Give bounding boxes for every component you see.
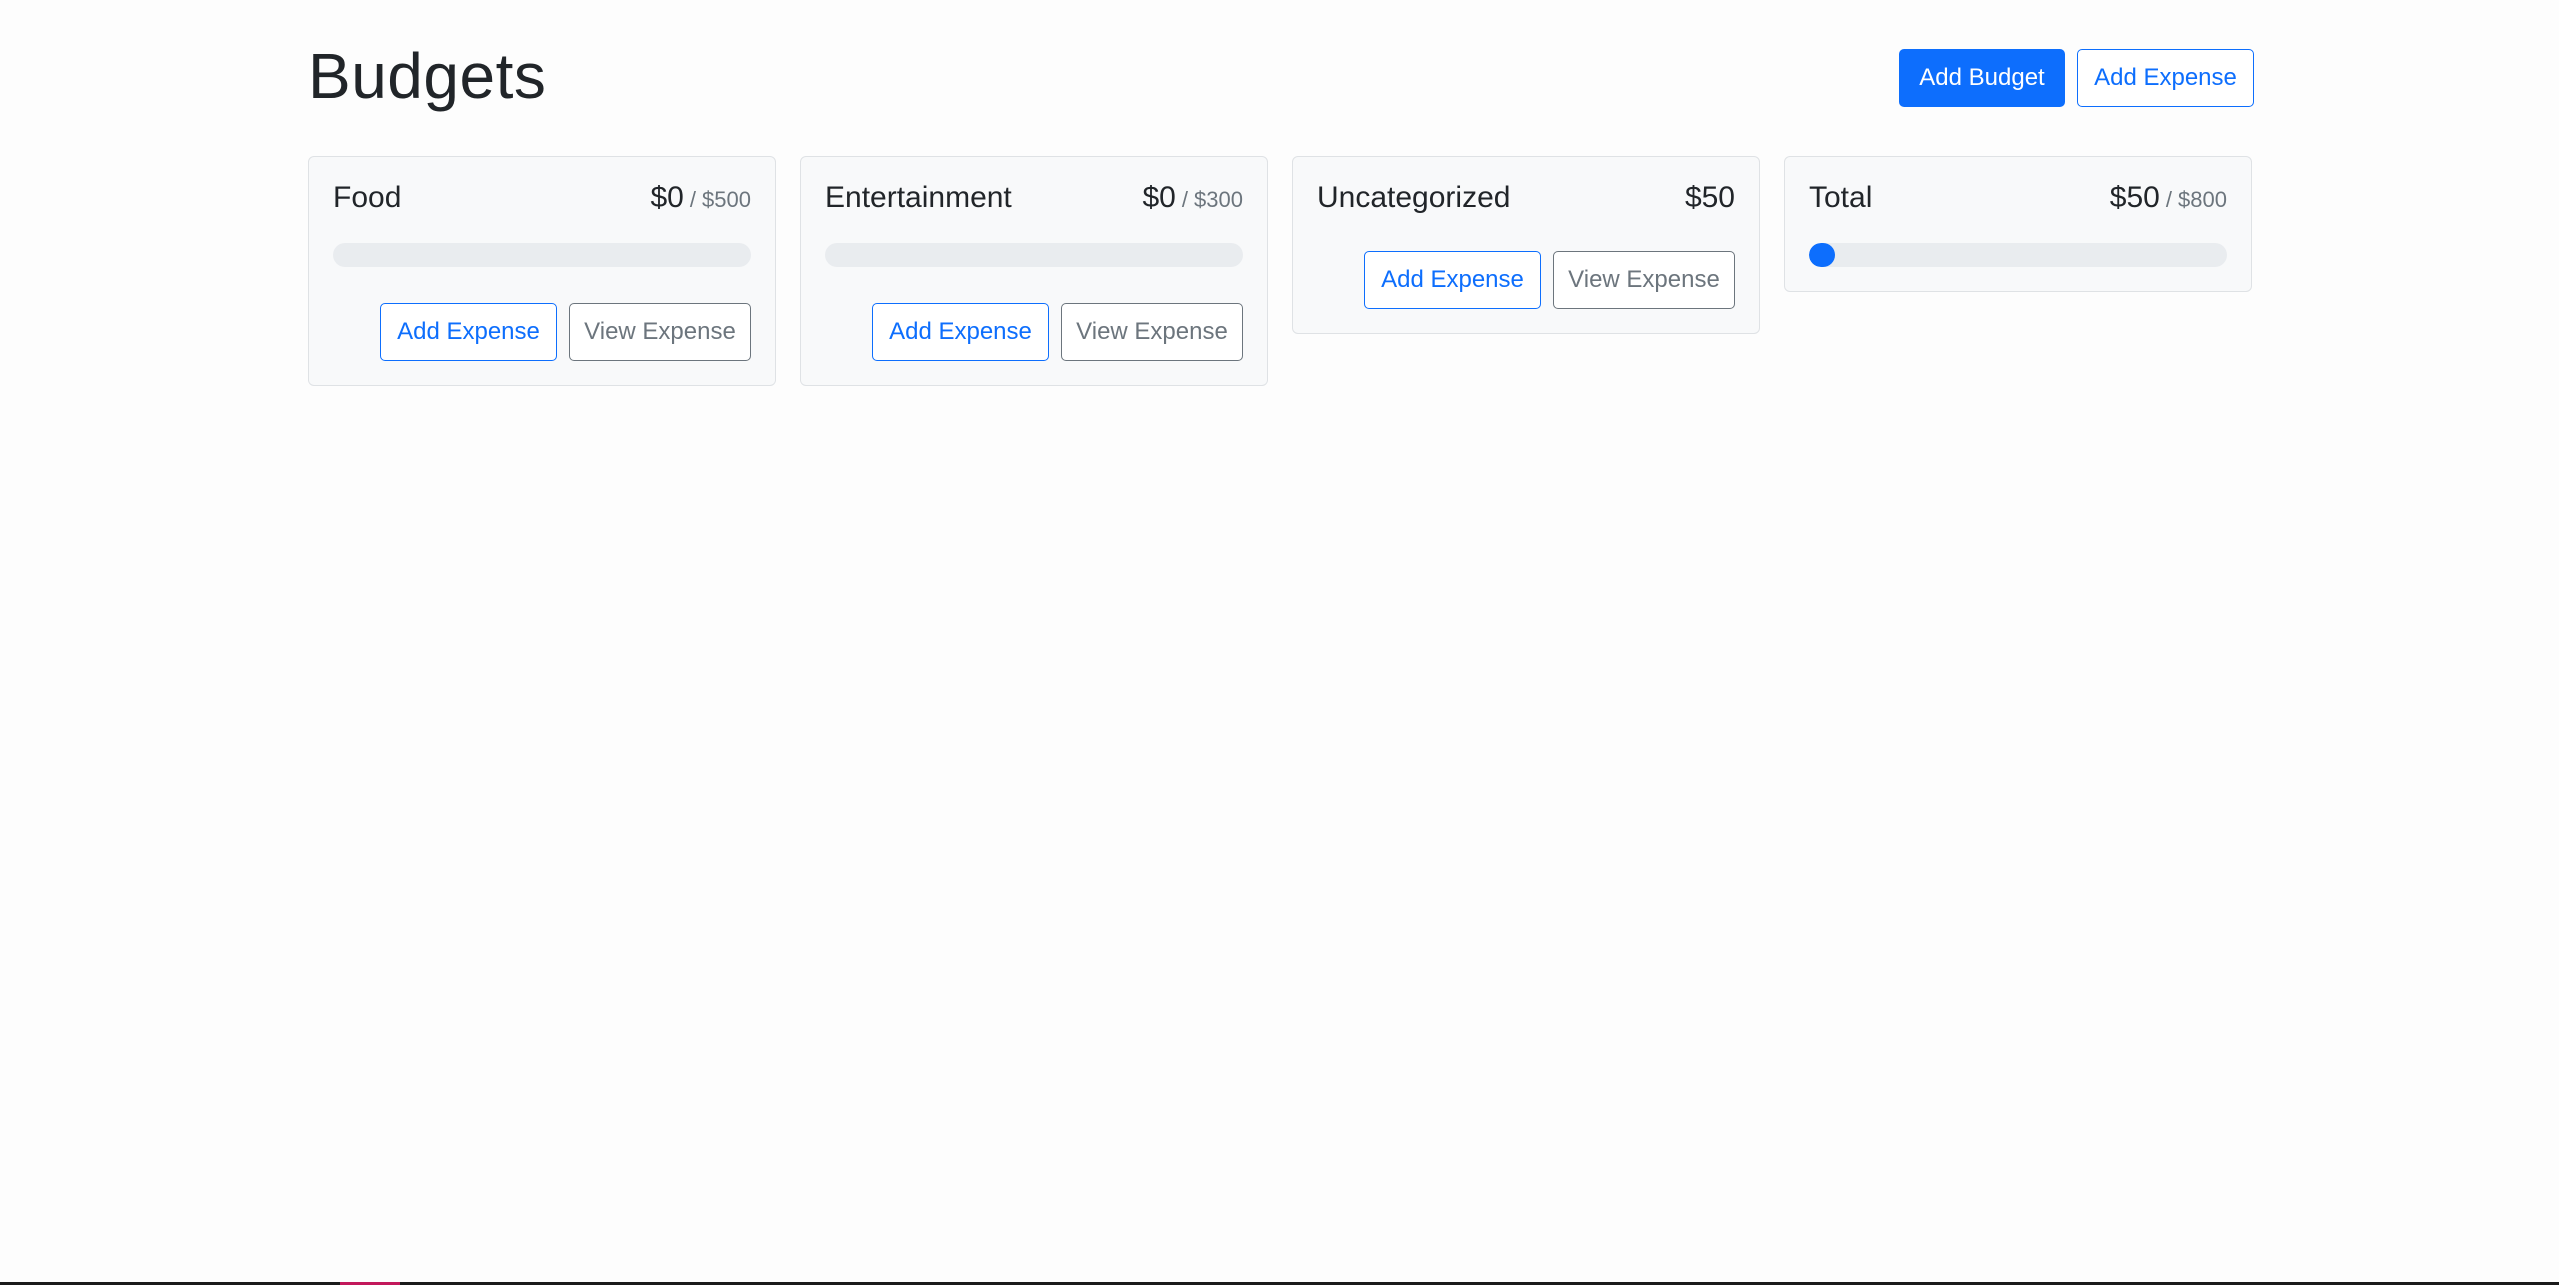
- view-expense-button[interactable]: View Expense: [1061, 303, 1243, 361]
- budget-name: Food: [333, 181, 402, 214]
- budget-card-actions: Add Expense View Expense: [825, 303, 1243, 361]
- budget-card-entertainment: Entertainment $0/ $300 Add Expense View …: [800, 156, 1268, 386]
- budget-name: Total: [1809, 181, 1873, 214]
- add-expense-button[interactable]: Add Expense: [2077, 49, 2254, 107]
- add-expense-button[interactable]: Add Expense: [872, 303, 1049, 361]
- budget-progress-bar: [333, 243, 751, 267]
- add-budget-button[interactable]: Add Budget: [1899, 49, 2065, 107]
- budget-card-uncategorized: Uncategorized $50 Add Expense View Expen…: [1292, 156, 1760, 334]
- budgets-container: Budgets Add Budget Add Expense Food $0/ …: [308, 0, 2254, 386]
- budget-max: / $800: [2165, 187, 2227, 212]
- budget-card-food: Food $0/ $500 Add Expense View Expense: [308, 156, 776, 386]
- budget-card-header: Food $0/ $500: [333, 181, 751, 217]
- view-expense-button[interactable]: View Expense: [569, 303, 751, 361]
- budget-cards: Food $0/ $500 Add Expense View Expense E…: [308, 156, 2254, 386]
- budget-amount: $0: [650, 181, 684, 214]
- view-expense-button[interactable]: View Expense: [1553, 251, 1735, 309]
- header-actions: Add Budget Add Expense: [1899, 49, 2254, 107]
- add-expense-button[interactable]: Add Expense: [380, 303, 557, 361]
- page-header: Budgets Add Budget Add Expense: [308, 0, 2254, 156]
- budget-amount-group: $50/ $800: [2110, 181, 2227, 215]
- budget-card-header: Uncategorized $50: [1317, 181, 1735, 217]
- page-title: Budgets: [308, 40, 547, 112]
- budget-name: Entertainment: [825, 181, 1012, 214]
- budget-card-actions: Add Expense View Expense: [333, 303, 751, 361]
- budget-amount: $50: [1684, 181, 1735, 214]
- budget-amount: $50: [2109, 181, 2160, 214]
- budget-card-header: Entertainment $0/ $300: [825, 181, 1243, 217]
- budget-amount: $0: [1142, 181, 1176, 214]
- budget-card-header: Total $50/ $800: [1809, 181, 2227, 217]
- budget-max: / $300: [1181, 187, 1243, 212]
- budget-amount-group: $0/ $300: [1142, 181, 1243, 215]
- budget-card-actions: Add Expense View Expense: [1317, 251, 1735, 309]
- budget-card-total: Total $50/ $800: [1784, 156, 2252, 292]
- budget-progress-bar: [825, 243, 1243, 267]
- budget-progress-fill: [1809, 243, 1836, 267]
- page: Budgets Add Budget Add Expense Food $0/ …: [0, 0, 2559, 1285]
- add-expense-button[interactable]: Add Expense: [1364, 251, 1541, 309]
- budget-name: Uncategorized: [1317, 181, 1511, 214]
- budget-progress-bar: [1809, 243, 2227, 267]
- budget-max: / $500: [689, 187, 751, 212]
- budget-amount-group: $0/ $500: [650, 181, 751, 215]
